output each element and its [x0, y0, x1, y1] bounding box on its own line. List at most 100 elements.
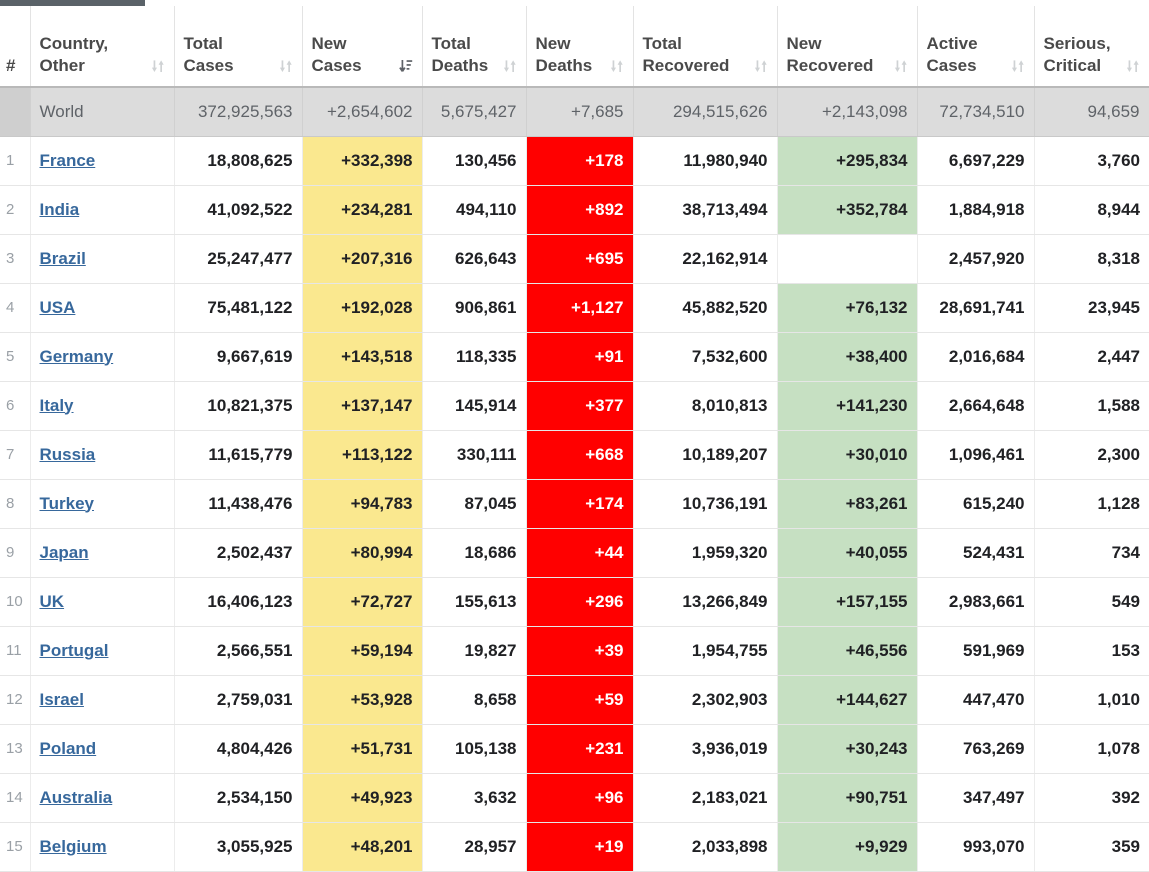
column-header-label: #: [6, 55, 16, 75]
column-header-serious-critical[interactable]: Serious, Critical: [1034, 6, 1149, 88]
cell-serious-critical: 392: [1034, 773, 1149, 823]
table-row: 1 France 18,808,625 +332,398 130,456 +178 11,9…: [0, 136, 1149, 186]
cell-active-cases: 2,664,648: [917, 381, 1035, 431]
country-link[interactable]: Brazil: [40, 249, 86, 268]
table-row: 2 India 41,092,522 +234,281 494,110 +892 38,71…: [0, 185, 1149, 235]
header-row: # Country, Other Total Cases New Cases Total Dea…: [0, 6, 1149, 88]
table-row: 10 UK 16,406,123 +72,727 155,613 +296 13,266,8…: [0, 577, 1149, 627]
cell-active-cases: 993,070: [917, 822, 1035, 872]
cell-total-cases: 18,808,625: [174, 136, 303, 186]
cell-new-cases: +80,994: [302, 528, 423, 578]
cell-country: Belgium: [30, 822, 175, 872]
table-row: 12 Israel 2,759,031 +53,928 8,658 +59 2,302,90…: [0, 675, 1149, 725]
cell-total-deaths: 8,658: [422, 675, 527, 725]
cell-serious-critical: 153: [1034, 626, 1149, 676]
cell-new-recovered: +40,055: [777, 528, 918, 578]
cell-total-deaths: 118,335: [422, 332, 527, 382]
country-link[interactable]: Germany: [40, 347, 114, 366]
column-header-new-cases[interactable]: New Cases: [302, 6, 423, 88]
cell-country: Israel: [30, 675, 175, 725]
country-link[interactable]: Turkey: [40, 494, 95, 513]
country-link[interactable]: Israel: [40, 690, 84, 709]
cell-serious-critical: 1,588: [1034, 381, 1149, 431]
cell-serious-critical: 3,760: [1034, 136, 1149, 186]
cell-new-recovered: +144,627: [777, 675, 918, 725]
column-header-label: Active Cases: [926, 34, 978, 75]
table-row: 4 USA 75,481,122 +192,028 906,861 +1,127 45,88…: [0, 283, 1149, 333]
country-link[interactable]: Italy: [40, 396, 74, 415]
cell-new-recovered: +141,230: [777, 381, 918, 431]
cell-active-cases: 1,096,461: [917, 430, 1035, 480]
sort-toggle-icon: [894, 58, 908, 75]
country-link[interactable]: France: [40, 151, 96, 170]
country-link[interactable]: Japan: [40, 543, 89, 562]
cell-new-cases: +192,028: [302, 283, 423, 333]
country-link[interactable]: Belgium: [40, 837, 107, 856]
world-summary-row: World 372,925,563 +2,654,602 5,675,427 +7,68…: [0, 87, 1149, 137]
cell-new-recovered: [777, 234, 918, 284]
table-row: 9 Japan 2,502,437 +80,994 18,686 +44 1,959,320…: [0, 528, 1149, 578]
cell-new-cases: +51,731: [302, 724, 423, 774]
column-header-total-cases[interactable]: Total Cases: [174, 6, 303, 88]
cell-country: Italy: [30, 381, 175, 431]
sort-toggle-icon: [151, 58, 165, 75]
column-header-country-other[interactable]: Country, Other: [30, 6, 175, 88]
cell-row-number: 11: [0, 626, 31, 676]
table-row: 13 Poland 4,804,426 +51,731 105,138 +231 3,936…: [0, 724, 1149, 774]
cell-country: Poland: [30, 724, 175, 774]
covid-statistics-table: # Country, Other Total Cases New Cases Total Dea…: [0, 6, 1149, 872]
cell-new-recovered: +46,556: [777, 626, 918, 676]
cell-new-deaths: +178: [526, 136, 634, 186]
country-link[interactable]: Portugal: [40, 641, 109, 660]
table-row: 11 Portugal 2,566,551 +59,194 19,827 +39 1,954…: [0, 626, 1149, 676]
cell-new-deaths: +174: [526, 479, 634, 529]
cell-new-deaths: +19: [526, 822, 634, 872]
column-header-total-recovered[interactable]: Total Recovered: [633, 6, 778, 88]
column-header-new-deaths[interactable]: New Deaths: [526, 6, 634, 88]
cell-total-cases: 2,759,031: [174, 675, 303, 725]
column-header-total-deaths[interactable]: Total Deaths: [422, 6, 527, 88]
cell-total-cases: 75,481,122: [174, 283, 303, 333]
cell-row-number: 8: [0, 479, 31, 529]
column-header-label: New Cases: [311, 34, 362, 75]
column-header-active-cases[interactable]: Active Cases: [917, 6, 1035, 88]
country-link[interactable]: India: [40, 200, 80, 219]
sort-toggle-icon: [279, 58, 293, 75]
cell-new-deaths: +59: [526, 675, 634, 725]
cell-new-cases: +207,316: [302, 234, 423, 284]
cell-row-number: 13: [0, 724, 31, 774]
country-link[interactable]: Australia: [40, 788, 113, 807]
cell-active-cases: 763,269: [917, 724, 1035, 774]
cell-country: France: [30, 136, 175, 186]
cell-country: Japan: [30, 528, 175, 578]
cell-total-deaths: 18,686: [422, 528, 527, 578]
country-link[interactable]: UK: [40, 592, 65, 611]
country-link[interactable]: Poland: [40, 739, 97, 758]
table-row: 6 Italy 10,821,375 +137,147 145,914 +377 8,010…: [0, 381, 1149, 431]
cell-new-cases: +49,923: [302, 773, 423, 823]
country-link[interactable]: Russia: [40, 445, 96, 464]
cell-new-cases: +332,398: [302, 136, 423, 186]
cell-total-recovered: 7,532,600: [633, 332, 778, 382]
cell-total-recovered: 22,162,914: [633, 234, 778, 284]
column-header-label: New Recovered: [786, 34, 874, 75]
sort-toggle-icon: [754, 58, 768, 75]
cell-total-cases: 4,804,426: [174, 724, 303, 774]
column-header-label: New Deaths: [535, 34, 593, 75]
column-header-index[interactable]: #: [0, 6, 31, 88]
country-link[interactable]: USA: [40, 298, 76, 317]
cell-total-recovered: 294,515,626: [633, 87, 778, 137]
cell-total-recovered: 2,033,898: [633, 822, 778, 872]
cell-total-deaths: 145,914: [422, 381, 527, 431]
cell-country: Russia: [30, 430, 175, 480]
column-header-new-recovered[interactable]: New Recovered: [777, 6, 918, 88]
cell-serious-critical: 1,078: [1034, 724, 1149, 774]
cell-total-cases: 10,821,375: [174, 381, 303, 431]
cell-row-number: 14: [0, 773, 31, 823]
cell-new-cases: +2,654,602: [302, 87, 423, 137]
cell-total-recovered: 2,183,021: [633, 773, 778, 823]
cell-total-cases: 3,055,925: [174, 822, 303, 872]
cell-new-cases: +94,783: [302, 479, 423, 529]
cell-row-number: 4: [0, 283, 31, 333]
cell-row-number: [0, 87, 31, 137]
